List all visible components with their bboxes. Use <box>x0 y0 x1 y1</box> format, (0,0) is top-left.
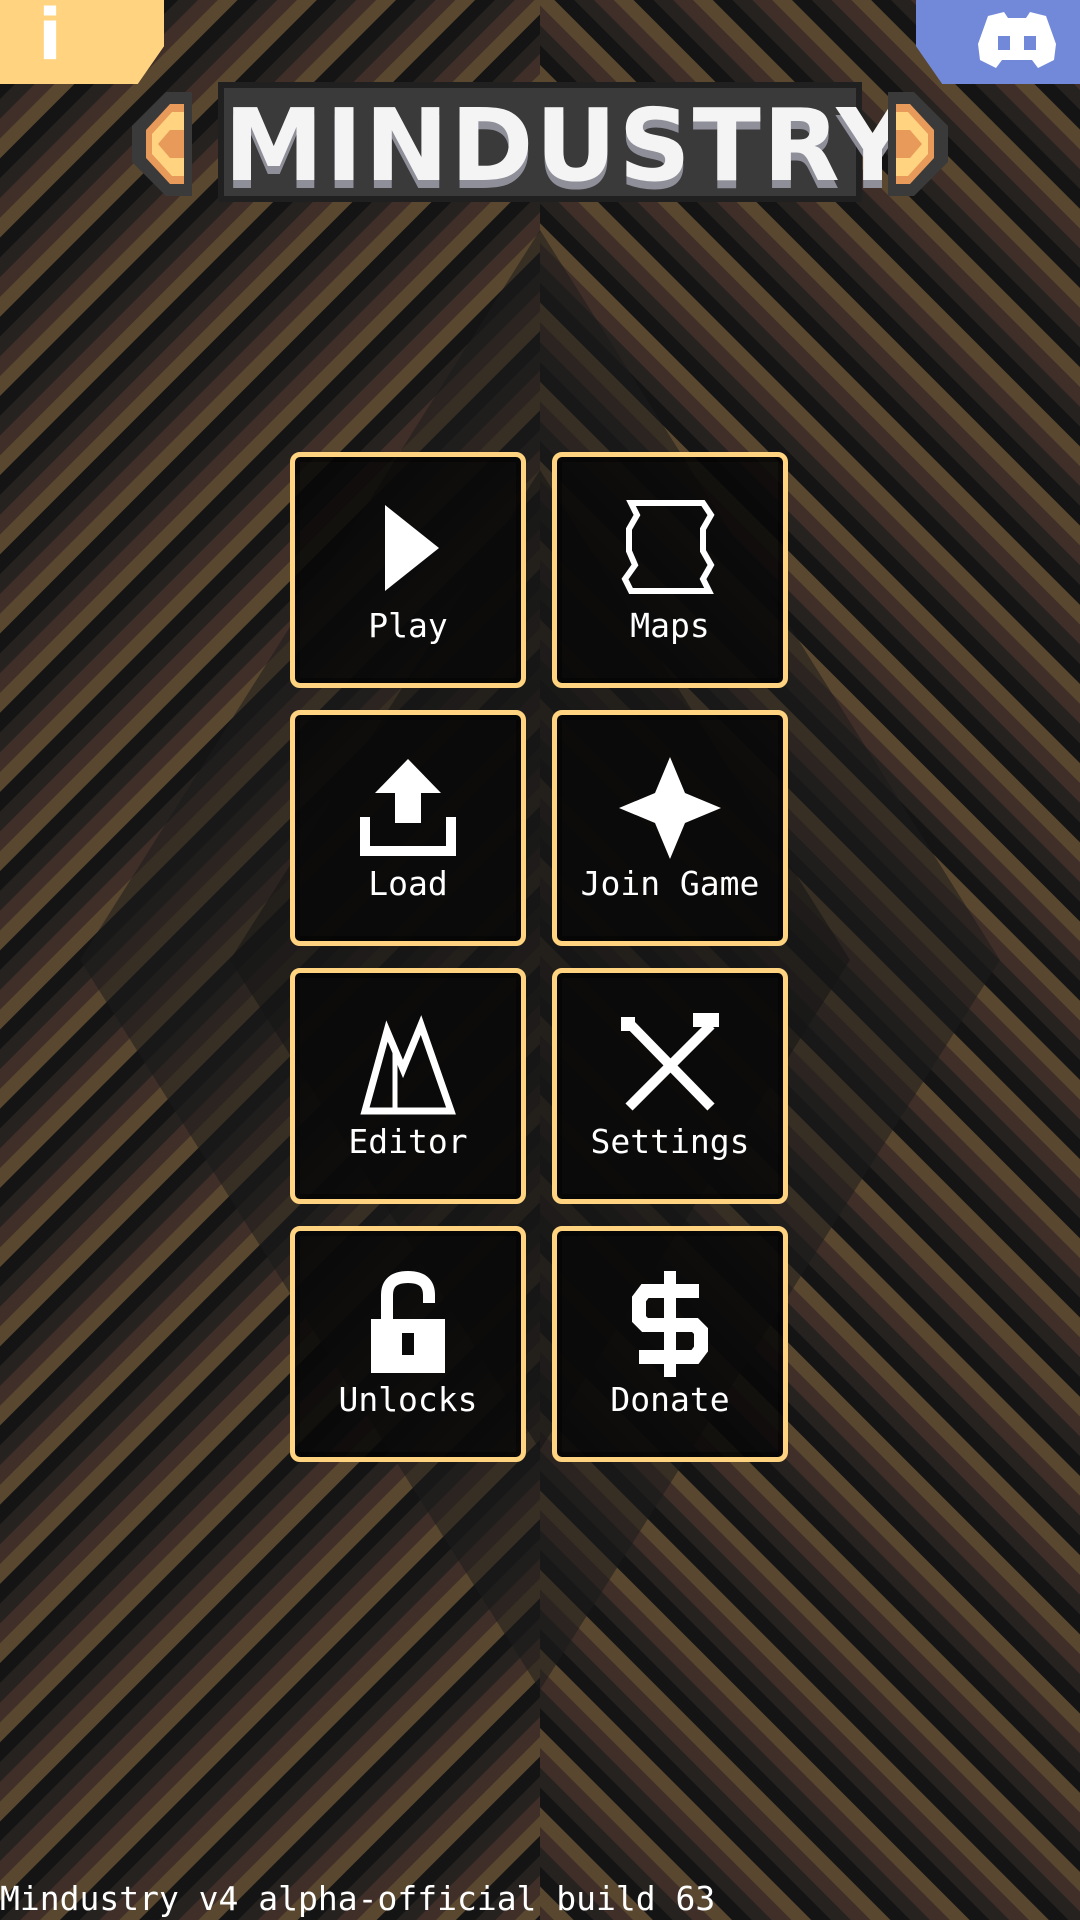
main-menu-grid: Play Maps Load Join Game Editor Settings… <box>290 452 790 1464</box>
settings-icon <box>621 1013 719 1111</box>
donate-button[interactable]: Donate <box>552 1226 788 1462</box>
join-game-label: Join Game <box>580 864 760 903</box>
editor-label: Editor <box>348 1122 468 1161</box>
join-game-button[interactable]: Join Game <box>552 710 788 946</box>
map-icon <box>621 500 715 594</box>
editor-icon <box>360 1015 456 1115</box>
logo-title-box: MINDUSTRY <box>218 82 911 204</box>
editor-button[interactable]: Editor <box>290 968 526 1204</box>
upload-icon <box>360 759 456 856</box>
dollar-icon <box>632 1271 708 1377</box>
unlocks-button[interactable]: Unlocks <box>290 1226 526 1462</box>
join-icon <box>619 757 721 859</box>
discord-icon <box>978 12 1056 68</box>
play-label: Play <box>368 606 448 645</box>
info-button[interactable]: i <box>0 0 164 84</box>
play-button[interactable]: Play <box>290 452 526 688</box>
version-text: Mindustry v4 alpha-official build 63 <box>0 1879 716 1918</box>
load-label: Load <box>368 864 448 903</box>
settings-button[interactable]: Settings <box>552 968 788 1204</box>
maps-button[interactable]: Maps <box>552 452 788 688</box>
lock-icon <box>371 1270 445 1373</box>
logo-right-wing <box>888 92 948 196</box>
logo-left-wing <box>132 92 192 196</box>
maps-label: Maps <box>630 606 710 645</box>
discord-button[interactable] <box>916 0 1080 84</box>
unlocks-label: Unlocks <box>338 1380 478 1419</box>
load-button[interactable]: Load <box>290 710 526 946</box>
main-menu-screen: i MINDUSTRY Play Maps Load Join Game Edi… <box>0 0 1080 1920</box>
game-logo: MINDUSTRY <box>132 78 948 208</box>
settings-label: Settings <box>590 1122 750 1161</box>
info-icon: i <box>38 0 62 76</box>
game-title: MINDUSTRY <box>224 87 911 204</box>
play-icon <box>385 505 439 591</box>
donate-label: Donate <box>610 1380 730 1419</box>
